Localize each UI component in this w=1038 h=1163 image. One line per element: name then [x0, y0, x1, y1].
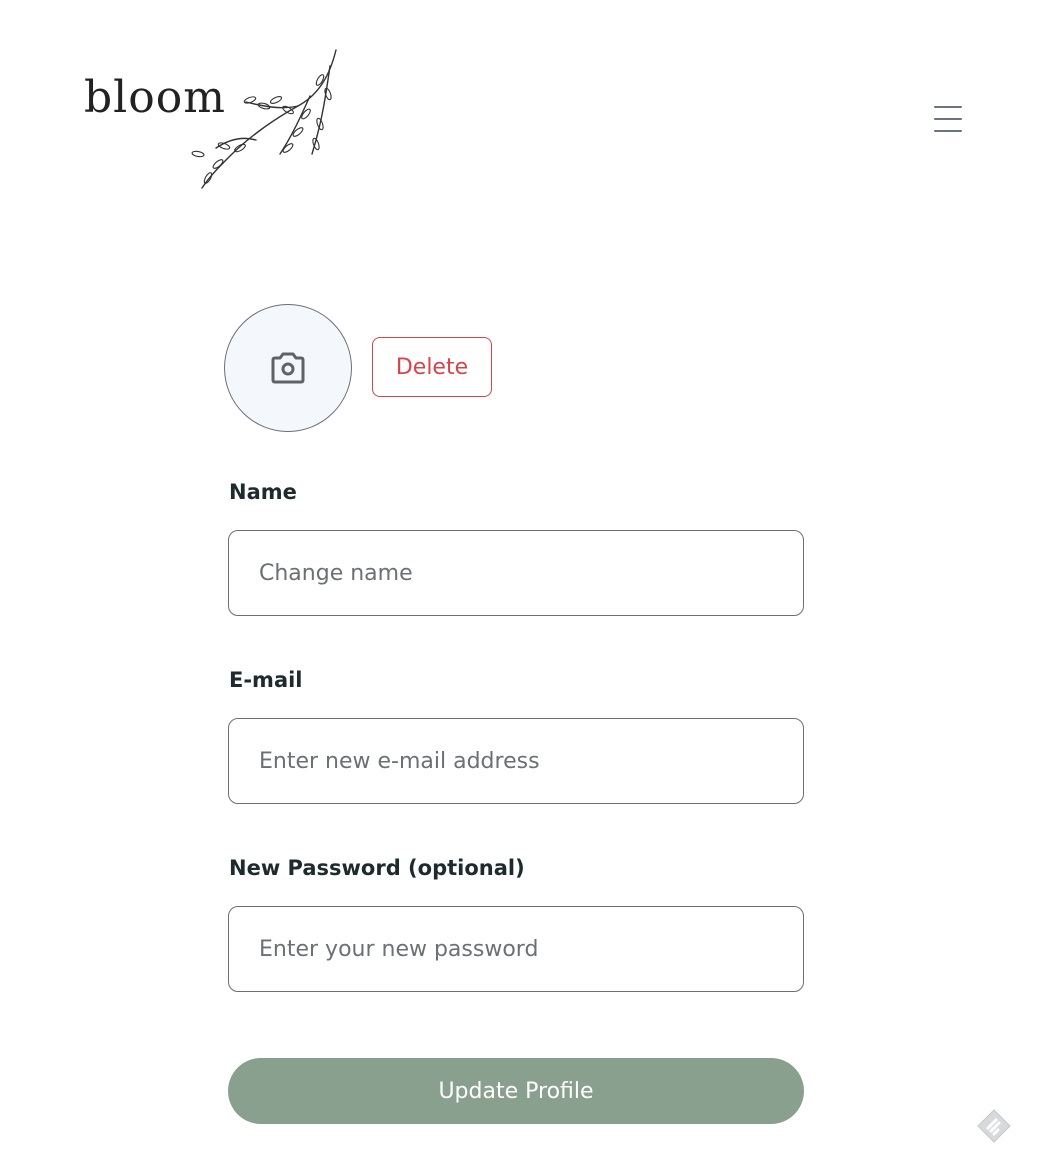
- password-input[interactable]: [228, 906, 804, 992]
- menu-button[interactable]: [928, 102, 968, 136]
- name-label: Name: [229, 480, 297, 504]
- hamburger-menu-icon: [934, 106, 962, 108]
- update-profile-button[interactable]: Update Profile: [228, 1058, 804, 1124]
- email-input[interactable]: [228, 718, 804, 804]
- feedback-badge[interactable]: [974, 1106, 1014, 1146]
- name-input[interactable]: [228, 530, 804, 616]
- brand-logo[interactable]: bloom: [82, 44, 344, 194]
- avatar-upload[interactable]: [224, 304, 352, 432]
- password-label: New Password (optional): [229, 856, 525, 880]
- feedback-badge-icon: [977, 1109, 1011, 1143]
- email-label: E-mail: [229, 668, 303, 692]
- branch-illustration-icon: [191, 49, 337, 189]
- delete-avatar-button[interactable]: Delete: [372, 337, 492, 397]
- profile-page: bloom Delete Name Change name E-mail Ent…: [0, 0, 1038, 1163]
- camera-icon: [271, 352, 305, 384]
